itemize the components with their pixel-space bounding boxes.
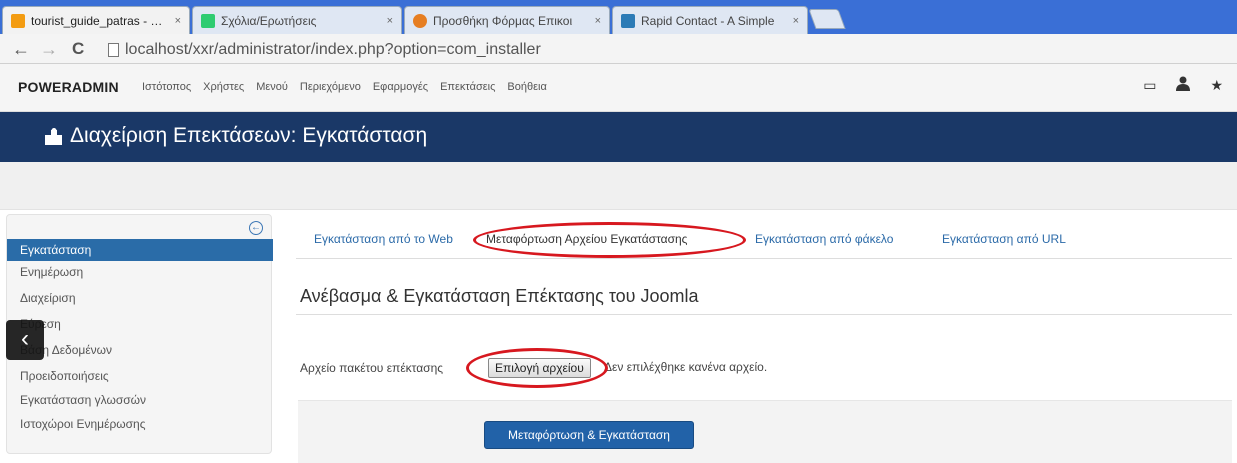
- close-icon[interactable]: ×: [387, 15, 393, 27]
- tab-title: Rapid Contact - A Simple: [641, 13, 775, 28]
- sidebar-item-update-sites[interactable]: Ιστοχώροι Ενημέρωσης: [7, 413, 273, 435]
- collapse-sidebar-icon[interactable]: ←: [249, 221, 263, 235]
- menu-item-users[interactable]: Χρήστες: [197, 81, 250, 93]
- sidebar-toggle-button[interactable]: ‹: [6, 320, 44, 360]
- sidebar-item-update[interactable]: Ενημέρωση: [7, 261, 273, 283]
- sidebar-item-manage[interactable]: Διαχείριση: [7, 287, 273, 309]
- tab-upload-package[interactable]: Μεταφόρτωση Αρχείου Εγκατάστασης: [486, 232, 687, 246]
- heading-divider: [296, 314, 1232, 315]
- new-tab-button[interactable]: [808, 9, 846, 29]
- admin-icons: ▭ ★: [1143, 76, 1223, 94]
- no-file-chosen-text: Δεν επιλέχθηκε κανένα αρχείο.: [604, 360, 768, 374]
- sidebar-item-warnings[interactable]: Προειδοποιήσεις: [7, 365, 273, 387]
- site-favicon-icon: [621, 13, 635, 28]
- tab-install-from-web[interactable]: Εγκατάσταση από το Web: [314, 232, 453, 246]
- menu-item-site[interactable]: Ιστότοπος: [136, 81, 197, 93]
- sidebar: ← Εγκατάσταση Ενημέρωση Διαχείριση Εύρεσ…: [6, 214, 273, 454]
- reload-icon[interactable]: C: [72, 39, 84, 59]
- address-bar[interactable]: localhost/xxr/administrator/index.php?op…: [108, 39, 1228, 61]
- browser-toolbar: ← → C localhost/xxr/administrator/index.…: [0, 34, 1237, 64]
- browser-tab-add-form[interactable]: Προσθήκη Φόρμας Επικοι ×: [404, 6, 610, 34]
- browser-tab-comments[interactable]: Σχόλια/Ερωτήσεις ×: [192, 6, 402, 34]
- package-file-label: Αρχείο πακέτου επέκτασης: [300, 361, 444, 375]
- admin-navbar: POWERADMIN Ιστότοπος Χρήστες Μενού Περιε…: [0, 64, 1237, 112]
- menu-item-menus[interactable]: Μενού: [250, 81, 294, 93]
- site-favicon-icon: [201, 13, 215, 28]
- brand-logo[interactable]: POWERADMIN: [18, 79, 119, 95]
- sidebar-item-install-languages[interactable]: Εγκατάσταση γλωσσών: [7, 389, 273, 411]
- toolbar-area: [0, 162, 1237, 210]
- url-text: localhost/xxr/administrator/index.php?op…: [125, 41, 541, 58]
- tab-title: Σχόλια/Ερωτήσεις: [221, 13, 317, 28]
- tab-divider: [296, 258, 1232, 259]
- form-actions: Μεταφόρτωση & Εγκατάσταση: [298, 400, 1232, 463]
- tab-install-from-folder[interactable]: Εγκατάσταση από φάκελο: [755, 232, 893, 246]
- page-title-bar: Διαχείριση Επεκτάσεων: Εγκατάσταση: [0, 112, 1237, 162]
- section-heading: Ανέβασμα & Εγκατάσταση Επέκτασης του Joo…: [300, 286, 699, 306]
- page-icon: [108, 43, 119, 57]
- browser-tab-strip: tourist_guide_patras - Διαχ × Σχόλια/Ερω…: [0, 0, 1237, 34]
- sidebar-item-install[interactable]: Εγκατάσταση: [7, 239, 273, 261]
- puzzle-icon: [45, 128, 62, 145]
- forward-arrow-icon[interactable]: →: [40, 39, 58, 59]
- browser-tab-joomla[interactable]: tourist_guide_patras - Διαχ ×: [2, 6, 190, 34]
- joomla-favicon-icon: [11, 13, 25, 28]
- admin-menu: Ιστότοπος Χρήστες Μενού Περιεχόμενο Εφαρ…: [136, 81, 553, 93]
- star-icon[interactable]: ★: [1210, 77, 1223, 94]
- close-icon[interactable]: ×: [793, 15, 799, 27]
- sidebar-item-discover[interactable]: Εύρεση: [7, 313, 273, 335]
- choose-file-button[interactable]: Επιλογή αρχείου: [488, 358, 591, 378]
- menu-item-components[interactable]: Εφαρμογές: [367, 81, 434, 93]
- upload-install-button[interactable]: Μεταφόρτωση & Εγκατάσταση: [484, 421, 694, 449]
- menu-item-extensions[interactable]: Επεκτάσεις: [434, 81, 501, 93]
- tab-title: tourist_guide_patras - Διαχ: [31, 13, 169, 28]
- browser-tab-rapid-contact[interactable]: Rapid Contact - A Simple ×: [612, 6, 808, 34]
- sidebar-item-database[interactable]: Βάση Δεδομένων: [7, 339, 273, 361]
- tab-install-from-url[interactable]: Εγκατάσταση από URL: [942, 232, 1066, 246]
- user-icon[interactable]: [1176, 76, 1191, 94]
- tab-title: Προσθήκη Φόρμας Επικοι: [433, 13, 573, 28]
- close-icon[interactable]: ×: [595, 15, 601, 27]
- menu-item-help[interactable]: Βοήθεια: [501, 81, 552, 93]
- monitor-icon[interactable]: ▭: [1143, 77, 1156, 94]
- page-title: Διαχείριση Επεκτάσεων: Εγκατάσταση: [70, 124, 428, 147]
- back-arrow-icon[interactable]: ←: [12, 39, 30, 59]
- menu-item-content[interactable]: Περιεχόμενο: [294, 81, 367, 93]
- close-icon[interactable]: ×: [175, 15, 181, 27]
- site-favicon-icon: [413, 13, 427, 28]
